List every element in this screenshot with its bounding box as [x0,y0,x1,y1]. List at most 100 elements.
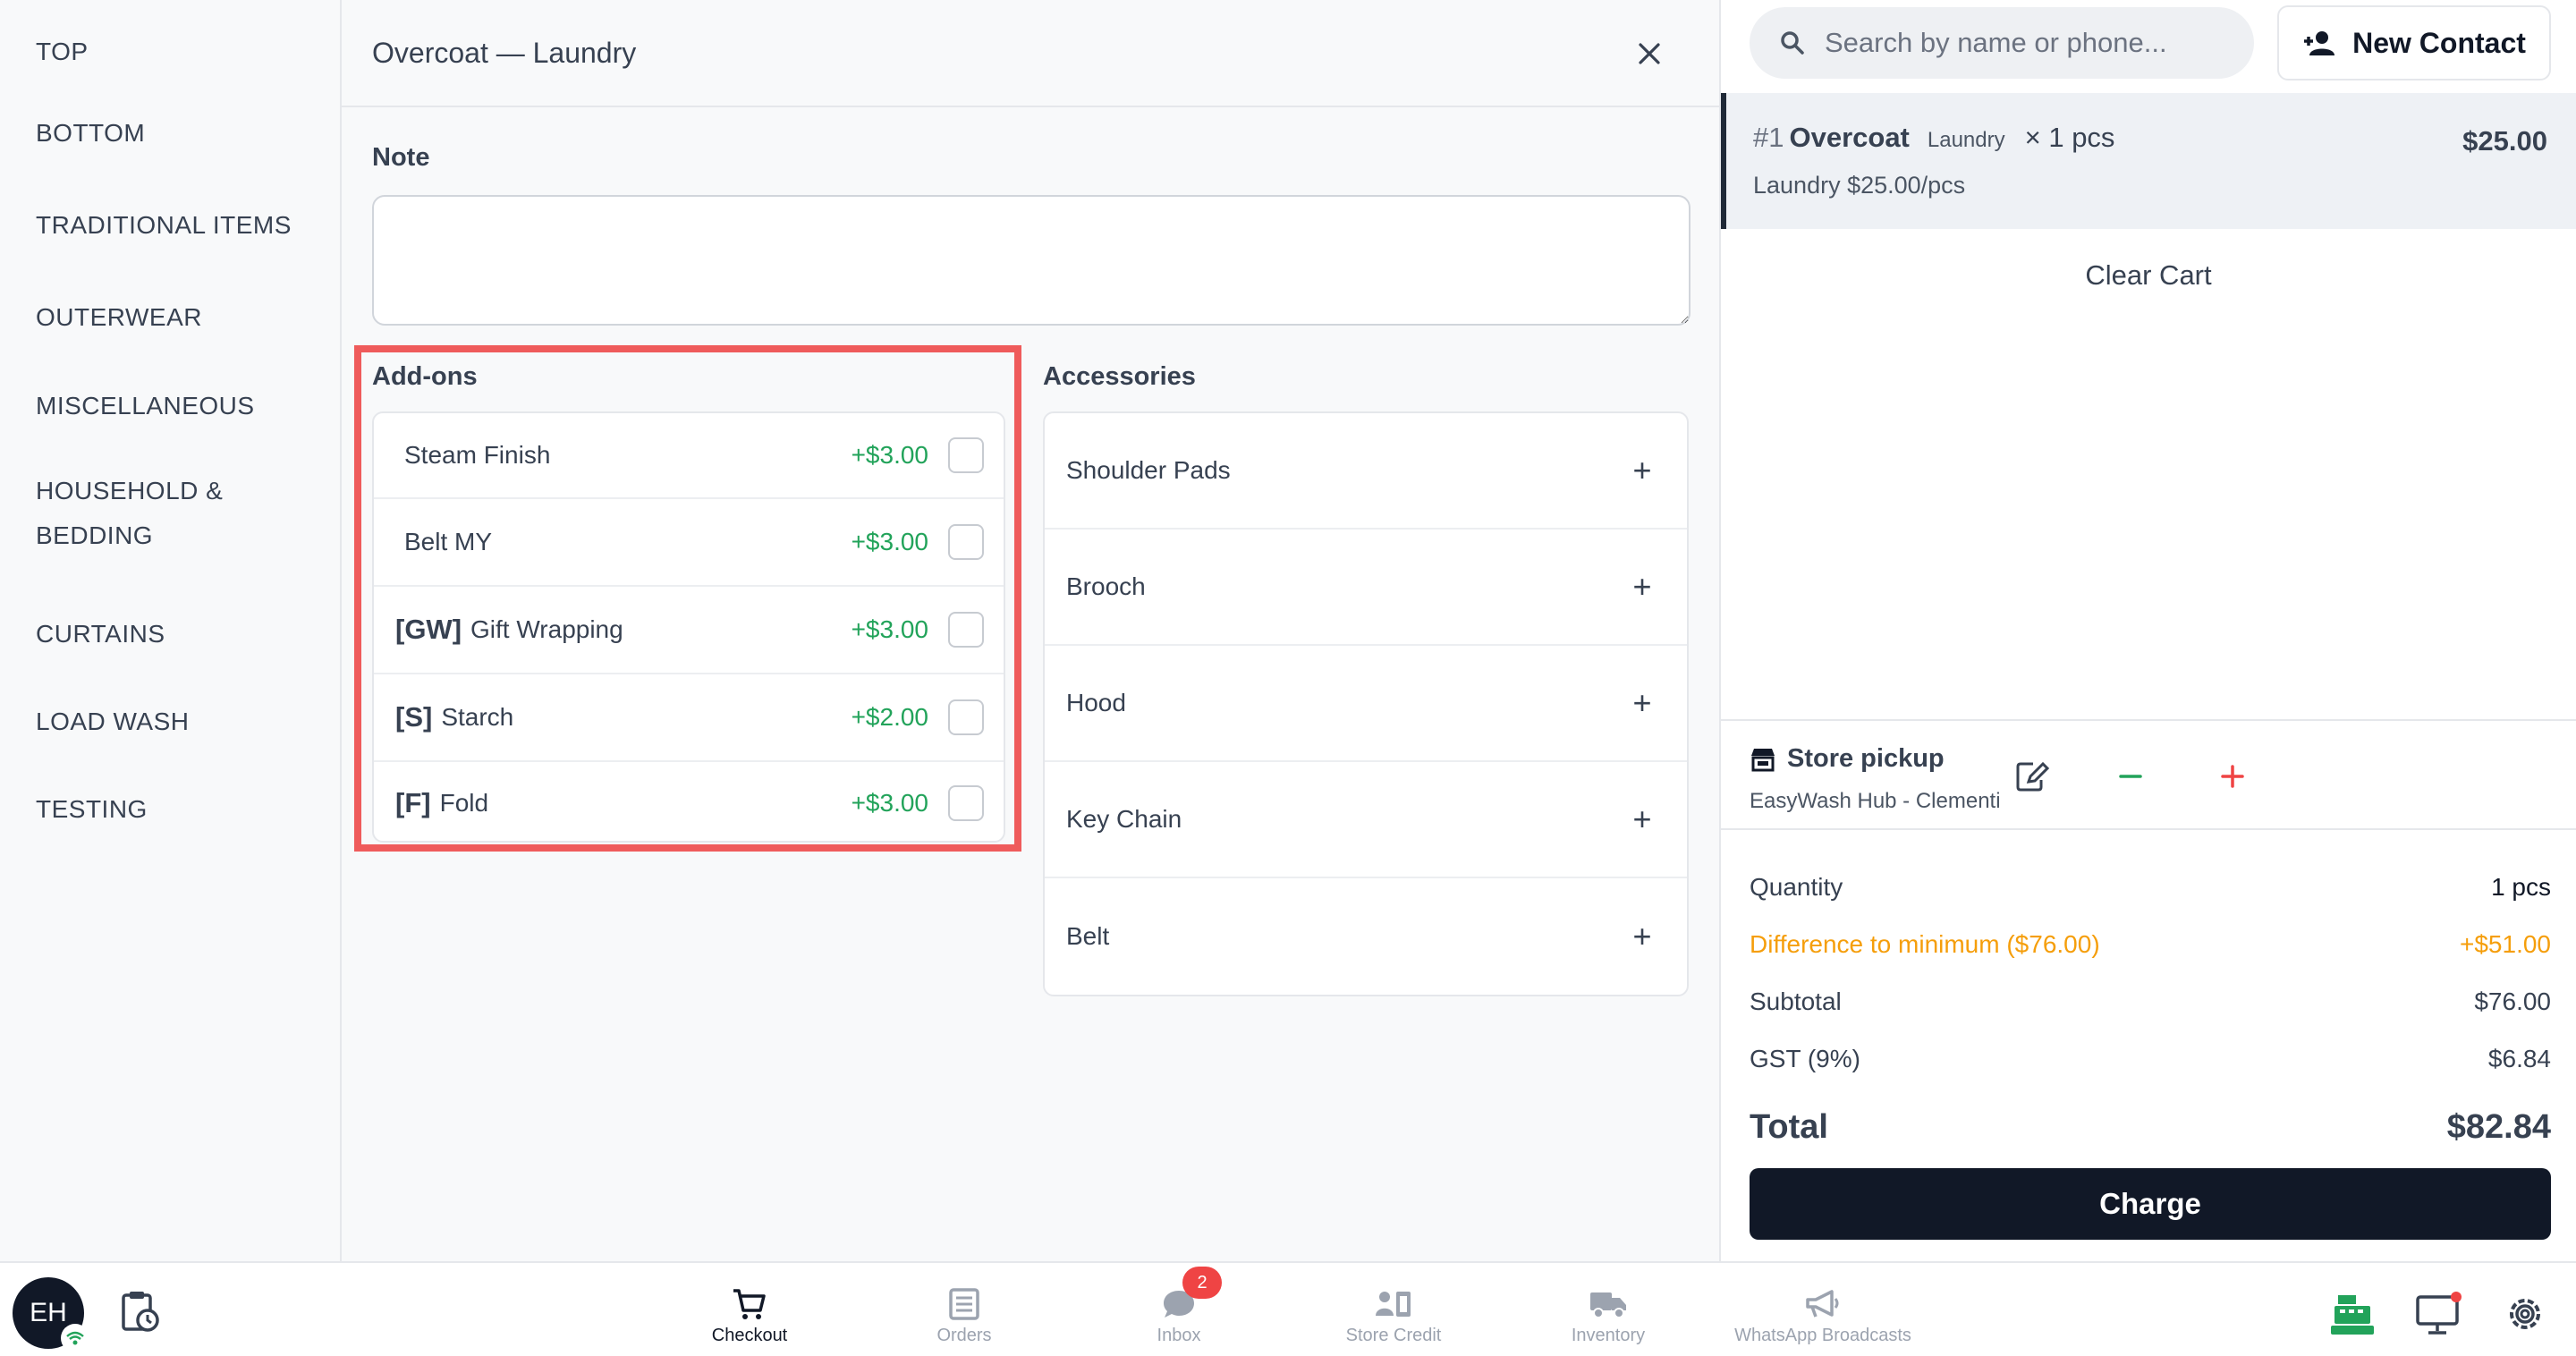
summary-quantity-row: Quantity 1 pcs [1750,859,2551,916]
category-testing[interactable]: TESTING [0,766,340,853]
add-accessory-button[interactable]: + [1597,801,1687,838]
category-outerwear[interactable]: OUTERWEAR [0,274,340,361]
nav-inbox[interactable]: 2 Inbox [1072,1267,1286,1346]
subtotal-label: Subtotal [1750,987,1842,1015]
cart-item-number: #1 [1753,122,1784,153]
edit-pickup-button[interactable] [2007,751,2057,801]
addon-checkbox[interactable] [948,437,984,473]
category-load-wash[interactable]: LOAD WASH [0,678,340,766]
addon-code: [F] [395,787,431,818]
new-contact-button[interactable]: New Contact [2277,5,2551,81]
add-accessory-button[interactable]: + [1597,452,1687,489]
category-household-line1: HOUSEHOLD & [36,477,224,504]
addon-price: +$2.00 [851,703,928,731]
quantity-value: 1 pcs [2491,873,2551,901]
total-label: Total [1750,1107,1828,1146]
settings-button[interactable] [2503,1292,2549,1338]
total-value: $82.84 [2446,1107,2551,1146]
cart-item-qty: × 1 pcs [2024,122,2115,153]
chat-icon: 2 [1159,1267,1222,1322]
addon-name: Steam Finish [404,441,551,469]
addon-starch[interactable]: [S] Starch +$2.00 [374,674,1004,762]
summary-subtotal-row: Subtotal $76.00 [1750,973,2551,1030]
store-icon [1751,748,1775,771]
add-accessory-button[interactable]: + [1597,568,1687,606]
clipboard-clock-icon [122,1292,159,1332]
addon-checkbox[interactable] [948,785,984,821]
accessory-name: Hood [1066,689,1126,716]
nav-orders[interactable]: Orders [857,1286,1072,1346]
detail-title: Overcoat — Laundry [372,36,637,69]
nav-label: Inventory [1571,1326,1646,1345]
addon-name: Fold [439,789,489,817]
nav-label: Orders [936,1326,992,1345]
plus-icon [2221,765,2244,788]
cart-icon [730,1286,769,1322]
category-curtains[interactable]: CURTAINS [0,590,340,678]
minimum-difference-value: +$51.00 [2460,930,2551,958]
accessory-hood[interactable]: Hood + [1045,646,1687,762]
addon-code: [S] [395,701,433,733]
addons-label: Add-ons [372,362,478,391]
customer-search[interactable] [1750,7,2254,79]
history-button[interactable] [118,1290,168,1340]
add-accessory-button[interactable]: + [1597,918,1687,955]
category-miscellaneous[interactable]: MISCELLANEOUS [0,361,340,451]
cart-line-item[interactable]: #1 Overcoat Laundry × 1 pcs Laundry $25.… [1721,93,2576,229]
addon-fold[interactable]: [F] Fold +$3.00 [374,762,1004,841]
charge-button[interactable]: Charge [1750,1168,2551,1240]
cart-item-name: Overcoat [1789,122,1910,153]
nav-label: Store Credit [1345,1326,1442,1345]
pickup-store-name: EasyWash Hub - Clementi [1750,789,2001,813]
wifi-icon [66,1331,84,1345]
inbox-count-badge: 2 [1182,1267,1222,1299]
addon-checkbox[interactable] [948,524,984,560]
addon-name: Gift Wrapping [470,615,623,643]
accessory-shoulder-pads[interactable]: Shoulder Pads + [1045,413,1687,530]
category-traditional-items[interactable]: TRADITIONAL ITEMS [0,177,340,274]
pickup-title: Store pickup [1750,744,1945,774]
search-icon [1781,31,1804,55]
nav-checkout[interactable]: Checkout [642,1286,857,1346]
minimum-difference-label: Difference to minimum ($76.00) [1750,930,2100,958]
cart-panel: New Contact #1 Overcoat Laundry × 1 pcs … [1719,0,2576,1261]
order-summary: Quantity 1 pcs Difference to minimum ($7… [1750,859,2551,1163]
accessory-name: Shoulder Pads [1066,456,1231,484]
new-contact-label: New Contact [2352,26,2526,59]
nav-store-credit[interactable]: Store Credit [1286,1286,1501,1346]
store-credit-icon [1374,1286,1413,1322]
accessory-brooch[interactable]: Brooch + [1045,530,1687,646]
addon-checkbox[interactable] [948,612,984,648]
nav-label: Inbox [1157,1326,1201,1345]
customer-display-button[interactable] [2415,1292,2462,1338]
cash-register-button[interactable] [2329,1292,2376,1338]
category-bottom[interactable]: BOTTOM [0,89,340,177]
nav-inventory[interactable]: Inventory [1501,1286,1716,1346]
accessory-belt[interactable]: Belt + [1045,878,1687,995]
add-accessory-button[interactable]: + [1597,684,1687,722]
nav-whatsapp-broadcasts[interactable]: WhatsApp Broadcasts [1716,1286,1930,1346]
nav-label: WhatsApp Broadcasts [1734,1326,1911,1345]
note-input[interactable] [372,195,1690,326]
addon-price: +$3.00 [851,528,928,555]
truck-icon [1589,1286,1628,1322]
increase-button[interactable] [2207,751,2258,801]
addon-belt-my[interactable]: Belt MY +$3.00 [374,499,1004,587]
accessory-name: Key Chain [1066,805,1182,833]
clear-cart-button[interactable]: Clear Cart [1721,259,2576,292]
search-input[interactable] [1825,27,2218,59]
category-top[interactable]: TOP [0,14,340,89]
gst-label: GST (9%) [1750,1045,1860,1072]
decrease-button[interactable] [2106,751,2156,801]
addon-gift-wrapping[interactable]: [GW] Gift Wrapping +$3.00 [374,587,1004,674]
category-household-bedding[interactable]: HOUSEHOLD & BEDDING [0,451,340,590]
cart-item-subline: Laundry $25.00/pcs [1753,172,1966,199]
cash-register-icon [2331,1295,2374,1335]
quantity-label: Quantity [1750,873,1843,901]
close-button[interactable] [1623,27,1676,81]
addon-steam-finish[interactable]: Steam Finish +$3.00 [374,413,1004,499]
gear-icon [2510,1299,2540,1329]
addon-checkbox[interactable] [948,699,984,735]
accessory-key-chain[interactable]: Key Chain + [1045,762,1687,878]
bottom-navigation: EH Checkout Orders 2 Inbox Store Credit [0,1261,2576,1356]
